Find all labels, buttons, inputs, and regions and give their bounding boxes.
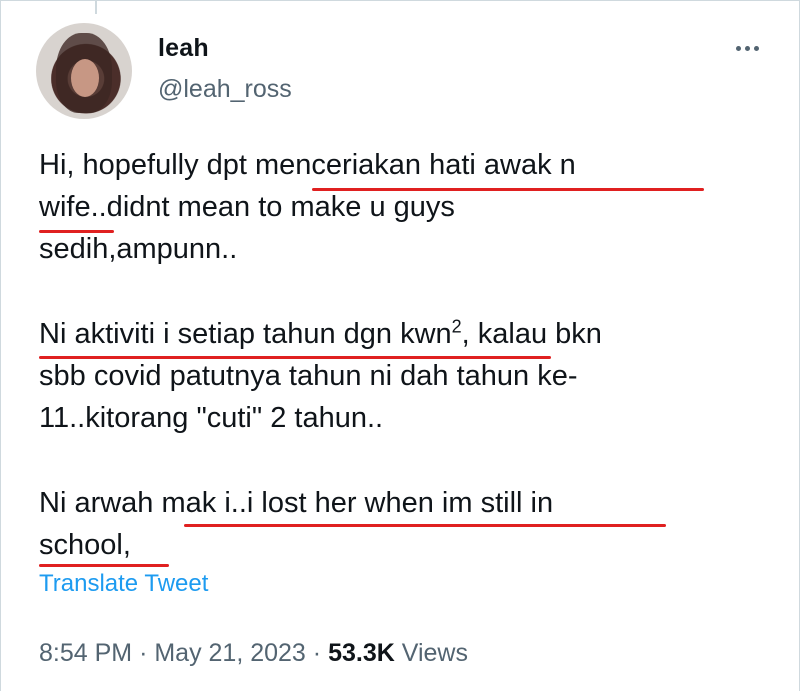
avatar[interactable] [36,23,132,119]
more-dot [753,45,759,51]
red-underline [184,524,666,527]
views-count: 53.3K [328,639,395,667]
views-label: Views [401,639,468,667]
red-underline [39,230,114,233]
translate-tweet-link[interactable]: Translate Tweet [39,570,208,598]
tweet-line: 11..kitorang "cuti" 2 tahun.. [39,402,384,434]
avatar-face [71,59,99,97]
tweet-paragraph: Hi, hopefully dpt menceriakan hati awak … [39,144,774,270]
more-dot [744,45,750,51]
meta-separator: · [312,639,322,667]
red-underline [39,564,169,567]
tweet-line: Ni arwah mak i..i lost her when im still… [39,487,554,519]
red-underline [312,188,704,191]
tweet-line: wife..didnt mean to make u guys [39,191,455,223]
author-name[interactable]: leah [158,34,209,63]
tweet-line-part: , kalau bkn [461,318,602,350]
more-dot [735,45,741,51]
tweet-paragraph: Ni aktiviti i setiap tahun dgn kwn2, kal… [39,313,774,439]
more-horizontal-icon[interactable] [730,38,764,58]
tweet-time[interactable]: 8:54 PM [39,639,132,667]
tweet-text: Hi, hopefully dpt menceriakan hati awak … [39,144,774,566]
superscript: 2 [451,316,462,337]
tweet-metadata: 8:54 PM · May 21, 2023 · 53.3K Views [39,639,468,668]
tweet-line: sbb covid patutnya tahun ni dah tahun ke… [39,360,578,392]
tweet-line: sedih,ampunn.. [39,233,238,265]
tweet-line: Hi, hopefully dpt menceriakan hati awak … [39,149,576,181]
tweet-date[interactable]: May 21, 2023 [154,639,306,667]
tweet-line-part: Ni aktiviti i setiap tahun dgn kwn [39,318,452,350]
author-handle[interactable]: @leah_ross [158,75,292,104]
tweet-line: school, [39,529,131,561]
red-underline [39,356,551,359]
thread-connector [95,0,97,14]
meta-separator: · [139,639,148,667]
tweet-line: Ni aktiviti i setiap tahun dgn kwn2, kal… [39,313,774,355]
